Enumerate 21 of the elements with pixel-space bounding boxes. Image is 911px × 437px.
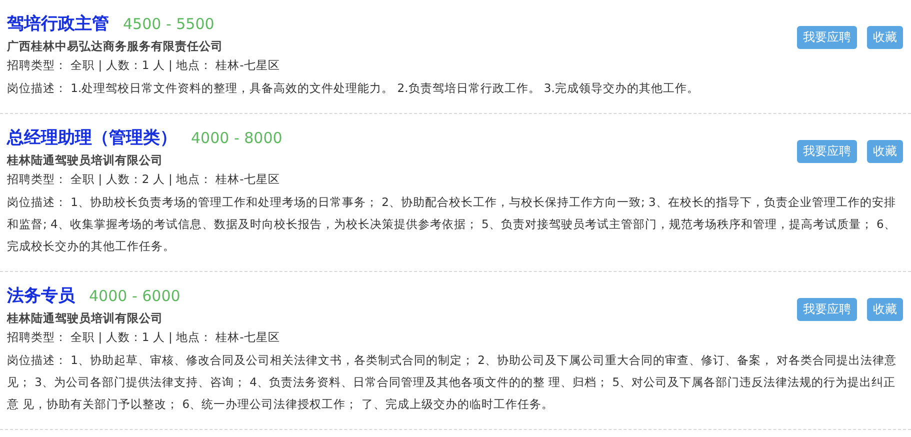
salary-range: 4000 - 6000 <box>89 287 180 305</box>
apply-button[interactable]: 我要应聘 <box>797 26 857 49</box>
favorite-button[interactable]: 收藏 <box>867 298 903 321</box>
apply-button[interactable]: 我要应聘 <box>797 140 857 163</box>
favorite-button[interactable]: 收藏 <box>867 140 903 163</box>
job-description: 岗位描述： 1、协助起草、审核、修改合同及公司相关法律文书，各类制式合同的制定； 2、协助公司及下属公司重大合同的审查、修订、备案， 对各类合同提出法律意见； 3、为公司各部门提供法律支持、咨询； 4、负责法务资料、日常合同管理及其他各项文件的的整 理、归档； 5、对公司及下属各部门违反法律法规的行为提出纠正意 见，协助有关部门予以整改； 6、统一办理公司法律授权工作； 了、完成上级交办的临时工作任务。 <box>7 352 898 413</box>
job-title[interactable]: 总经理助理（管理类） <box>7 126 177 149</box>
salary-range: 4000 - 8000 <box>191 129 282 147</box>
favorite-button[interactable]: 收藏 <box>867 26 903 49</box>
job-title[interactable]: 驾培行政主管 <box>7 12 109 35</box>
company-name: 广西桂林中易弘达商务服务有限责任公司 <box>7 39 224 54</box>
job-details: 招聘类型： 全职 | 人数：1 人 | 地点： 桂林-七星区 <box>7 330 281 345</box>
company-name: 桂林陆通驾驶员培训有限公司 <box>7 153 164 168</box>
job-description: 岗位描述： 1.处理驾校日常文件资料的整理，具备高效的文件处理能力。 2.负责驾培日常行政工作。 3.完成领导交办的其他工作。 <box>7 80 700 97</box>
job-details: 招聘类型： 全职 | 人数：1 人 | 地点： 桂林-七星区 <box>7 58 281 73</box>
job-details: 招聘类型： 全职 | 人数：2 人 | 地点： 桂林-七星区 <box>7 172 281 187</box>
apply-button[interactable]: 我要应聘 <box>797 298 857 321</box>
job-description: 岗位描述： 1、协助校长负责考场的管理工作和处理考场的日常事务； 2、协助配合校长工作，与校长保持工作方向一致; 3、在校长的指导下，负责企业管理工作的安排和监督; 4、收集掌握考场的考试信息、数据及时向校长报告，为校长决策提供参考依据； 5、负责对接驾驶员考试主管部门，规范考场秩序和管理，提高考试质量； 6、完成校长交办的其他工作任务。 <box>7 194 897 255</box>
job-title[interactable]: 法务专员 <box>7 284 75 307</box>
salary-range: 4500 - 5500 <box>123 15 214 33</box>
company-name: 桂林陆通驾驶员培训有限公司 <box>7 311 164 326</box>
